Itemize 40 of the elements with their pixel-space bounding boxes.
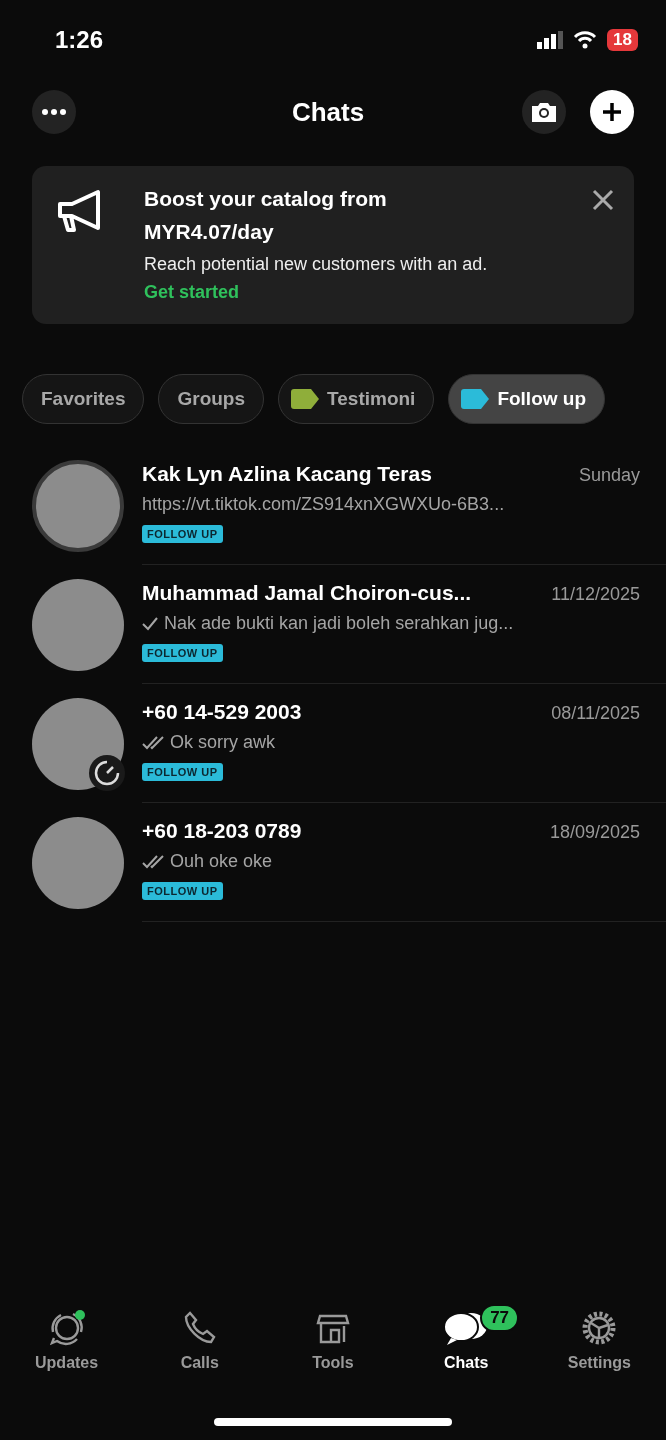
close-icon bbox=[592, 188, 614, 211]
more-icon bbox=[42, 109, 66, 115]
camera-icon bbox=[530, 101, 558, 123]
tab-item[interactable]: Tools bbox=[282, 1308, 383, 1388]
chat-label: FOLLOW UP bbox=[142, 525, 223, 543]
signal-icon bbox=[537, 31, 564, 49]
message-preview: Nak ade bukti kan jadi boleh serahkan jug... bbox=[164, 613, 514, 634]
filter-chip[interactable]: Favorites bbox=[22, 374, 145, 424]
tab-item[interactable]: Updates bbox=[16, 1308, 117, 1388]
contact-name: Muhammad Jamal Choiron-cus... bbox=[142, 581, 472, 605]
chat-time: 08/11/2025 bbox=[551, 703, 640, 724]
plus-icon bbox=[601, 101, 623, 123]
wifi-icon bbox=[573, 31, 598, 49]
contact-name: +60 14-529 2003 bbox=[142, 700, 302, 724]
tab-item[interactable]: Calls bbox=[149, 1308, 250, 1388]
battery-level: 18 bbox=[607, 29, 638, 51]
message-preview: Ouh oke oke bbox=[170, 851, 273, 872]
contact-name: +60 18-203 0789 bbox=[142, 819, 302, 843]
tab-item[interactable]: Settings bbox=[549, 1308, 650, 1388]
chat-time: Sunday bbox=[578, 465, 640, 486]
new-chat-button[interactable] bbox=[590, 90, 634, 134]
unread-count: 77 bbox=[480, 1304, 520, 1332]
message-preview: Ok sorry awk bbox=[170, 732, 275, 753]
message-preview: https://vt.tiktok.com/ZS914xnXGWXUo-6B3... bbox=[142, 494, 505, 515]
banner-title: Boost your catalog from MYR4.07/day bbox=[144, 186, 388, 245]
filter-chip[interactable]: Follow up bbox=[448, 374, 606, 424]
filter-chip[interactable]: Testimoni bbox=[278, 374, 435, 424]
chat-time: 18/09/2025 bbox=[549, 822, 640, 843]
get-started-link[interactable]: Get started bbox=[144, 282, 240, 302]
page-title: Chats bbox=[290, 96, 366, 128]
contact-name: Kak Lyn Azlina Kacang Teras bbox=[142, 462, 432, 486]
chat-time: 11/12/2025 bbox=[551, 584, 640, 605]
chat-label: FOLLOW UP bbox=[142, 882, 223, 900]
filter-chip[interactable]: Groups bbox=[158, 374, 265, 424]
camera-button[interactable] bbox=[522, 90, 566, 134]
banner-text: Reach potential new customers with an ad. Get started bbox=[144, 253, 489, 304]
clock: 1:26 bbox=[55, 26, 104, 54]
chat-label: FOLLOW UP bbox=[142, 644, 223, 662]
more-button[interactable] bbox=[32, 90, 76, 134]
chat-label: FOLLOW UP bbox=[142, 763, 223, 781]
